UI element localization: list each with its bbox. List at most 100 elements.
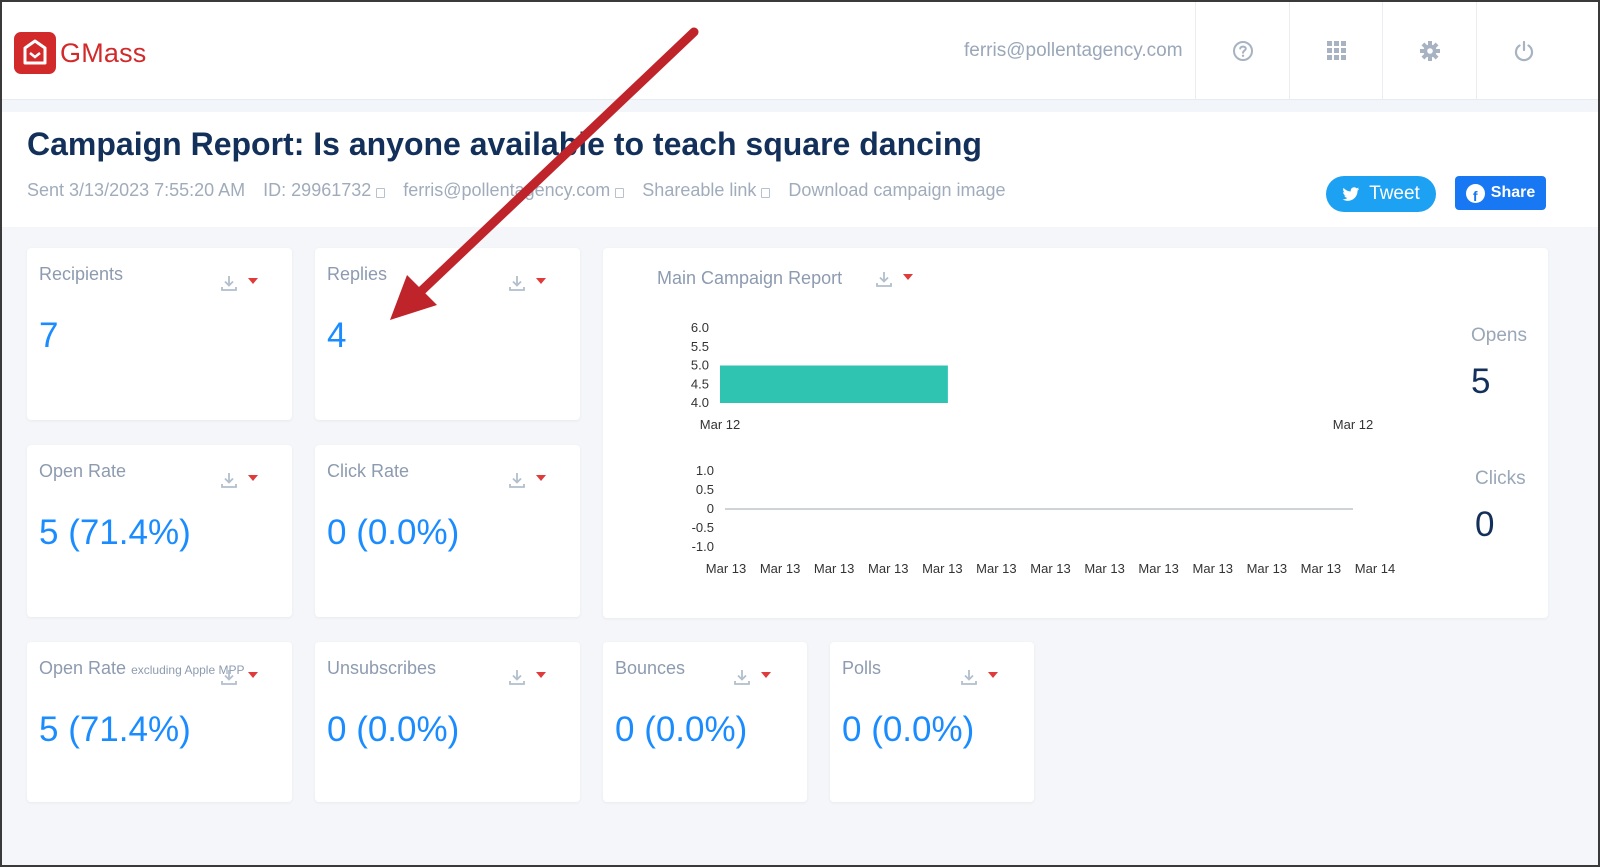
card-tools[interactable] (220, 274, 258, 292)
y-tick-label: 5.0 (691, 358, 709, 373)
download-campaign-image-link[interactable]: Download campaign image (788, 180, 1005, 201)
download-icon[interactable] (220, 471, 238, 489)
account-email[interactable]: ferris@pollentagency.com (964, 40, 1183, 62)
page-title: Campaign Report: Is anyone available to … (27, 126, 982, 162)
x-tick-label: Mar 13 (706, 561, 746, 576)
copy-icon[interactable] (615, 187, 625, 198)
opens-value: 5 (1471, 362, 1491, 401)
download-icon[interactable] (508, 668, 526, 686)
apps-grid-icon (1327, 41, 1346, 60)
dropdown-caret-icon[interactable] (248, 672, 258, 678)
shareable-link-text: Shareable link (642, 180, 757, 200)
shareable-link[interactable]: Shareable link (642, 180, 771, 201)
settings-gear-icon (1420, 41, 1440, 61)
dropdown-caret-icon[interactable] (536, 278, 546, 284)
help-icon (1233, 41, 1253, 61)
y-tick-label: 4.0 (691, 395, 709, 410)
x-tick-label: Mar 13 (868, 561, 908, 576)
polls-card[interactable]: Polls 0 (0.0%) (830, 642, 1034, 802)
dropdown-caret-icon[interactable] (761, 672, 771, 678)
gmass-logo[interactable]: GMass (14, 32, 147, 74)
card-value: 5 (71.4%) (39, 710, 191, 749)
logout-button[interactable] (1476, 2, 1571, 100)
open-rate-card[interactable]: Open Rate 5 (71.4%) (27, 445, 292, 617)
card-value: 5 (71.4%) (39, 513, 191, 552)
x-tick-label: Mar 13 (814, 561, 854, 576)
dropdown-caret-icon[interactable] (248, 278, 258, 284)
card-tools[interactable] (960, 668, 998, 686)
card-title: Bounces (615, 658, 686, 678)
copy-icon[interactable] (376, 187, 386, 198)
download-icon[interactable] (733, 668, 751, 686)
x-tick-label: Mar 12 (700, 417, 740, 432)
download-icon[interactable] (508, 274, 526, 292)
facebook-icon: f (1465, 183, 1485, 203)
card-tools[interactable] (220, 668, 258, 686)
card-title: Open Rate (39, 461, 127, 481)
dropdown-caret-icon[interactable] (536, 475, 546, 481)
unsubscribes-card[interactable]: Unsubscribes 0 (0.0%) (315, 642, 580, 802)
card-value: 0 (0.0%) (327, 710, 460, 749)
card-tools[interactable] (733, 668, 771, 686)
x-tick-label: Mar 13 (1301, 561, 1341, 576)
x-tick-label: Mar 13 (1138, 561, 1178, 576)
card-title: Open Rate excluding Apple MPP (39, 658, 244, 679)
clicks-value: 0 (1475, 505, 1495, 544)
card-tools[interactable] (508, 471, 546, 489)
sender-email-text: ferris@pollentagency.com (403, 180, 611, 200)
campaign-chart: 6.0 5.5 5.0 4.5 4.0 Mar 12 Mar 12 1.0 0.5 0 -0.5 -1… (691, 320, 1395, 576)
download-icon[interactable] (220, 274, 238, 292)
card-title: Unsubscribes (327, 658, 437, 678)
facebook-share-button[interactable]: f Share (1455, 176, 1546, 210)
dropdown-caret-icon[interactable] (536, 672, 546, 678)
card-value: 0 (0.0%) (327, 513, 460, 552)
open-rate-excluding-mpp-card[interactable]: Open Rate excluding Apple MPP 5 (71.4%) (27, 642, 292, 802)
card-title: Recipients (39, 264, 124, 284)
recipients-card[interactable]: Recipients 7 (27, 248, 292, 420)
card-value: 7 (39, 316, 59, 355)
download-icon[interactable] (960, 668, 978, 686)
brand-name: GMass (60, 37, 147, 68)
clicks-label: Clicks (1475, 468, 1526, 489)
apps-button[interactable] (1289, 2, 1384, 100)
x-tick-label: Mar 14 (1355, 561, 1395, 576)
bounces-card[interactable]: Bounces 0 (0.0%) (603, 642, 807, 802)
y-tick-label: 4.5 (691, 376, 709, 391)
card-tools[interactable] (508, 274, 546, 292)
power-icon (1514, 40, 1534, 62)
x-tick-label: Mar 13 (1084, 561, 1124, 576)
card-value: 4 (327, 316, 347, 355)
help-button[interactable] (1195, 2, 1290, 100)
y-tick-label: 5.5 (691, 339, 709, 354)
tweet-button[interactable]: Tweet (1326, 176, 1436, 212)
download-icon[interactable] (220, 668, 238, 686)
dropdown-caret-icon[interactable] (988, 672, 998, 678)
card-title: Replies (327, 264, 388, 284)
sender-email[interactable]: ferris@pollentagency.com (403, 180, 625, 201)
y-tick-label: 0.5 (696, 482, 714, 497)
card-title: Polls (842, 658, 882, 678)
y-tick-label: 6.0 (691, 320, 709, 335)
card-tools[interactable] (508, 668, 546, 686)
y-tick-label: 0 (707, 501, 714, 516)
y-tick-label: -1.0 (692, 539, 714, 554)
copy-icon[interactable] (761, 187, 771, 198)
card-tools[interactable] (220, 471, 258, 489)
app-window: GMass ferris@pollentagency.com Campaign … (0, 0, 1600, 867)
twitter-bird-icon (1342, 186, 1360, 201)
top-bar: GMass ferris@pollentagency.com (2, 2, 1598, 100)
settings-button[interactable] (1382, 2, 1477, 100)
campaign-id-text: ID: 29961732 (263, 180, 372, 200)
click-rate-card[interactable]: Click Rate 0 (0.0%) (315, 445, 580, 617)
main-campaign-report-card: Main Campaign Report 6.0 5.5 5.0 4.5 4.0 Mar … (603, 248, 1548, 618)
replies-card[interactable]: Replies 4 (315, 248, 580, 420)
bar-mark (720, 365, 948, 403)
x-tick-label: Mar 13 (1030, 561, 1070, 576)
card-value: 0 (0.0%) (842, 710, 975, 749)
dropdown-caret-icon[interactable] (248, 475, 258, 481)
opens-label: Opens (1471, 325, 1527, 346)
campaign-id[interactable]: ID: 29961732 (263, 180, 386, 201)
campaign-meta: Sent 3/13/2023 7:55:20 AM ID: 29961732 f… (27, 180, 1024, 201)
download-icon[interactable] (508, 471, 526, 489)
card-value: 0 (0.0%) (615, 710, 748, 749)
